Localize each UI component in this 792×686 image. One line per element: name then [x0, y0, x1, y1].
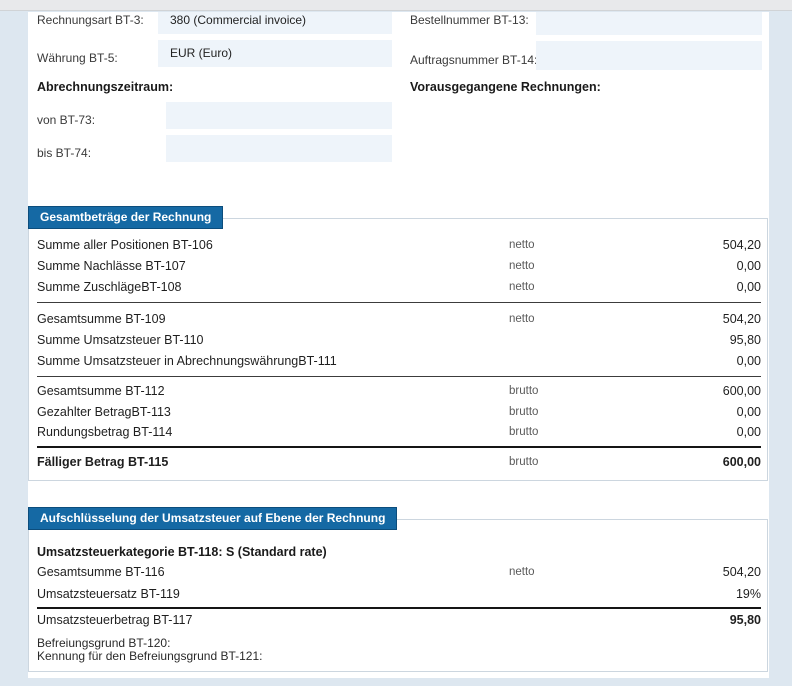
preceding-invoices-heading: Vorausgegangene Rechnungen: [410, 80, 601, 94]
invoice-type-field[interactable]: 380 (Commercial invoice) [158, 12, 392, 34]
vat-row: Umsatzsteuersatz BT-119 19% [37, 587, 761, 603]
row-qualifier: brutto [509, 456, 538, 468]
period-from-field[interactable] [166, 102, 392, 129]
vat-section-box: Umsatzsteuerkategorie BT-118: S (Standar… [28, 519, 768, 672]
invoice-content-panel: Rechnungsart BT-3: 380 (Commercial invoi… [28, 12, 769, 678]
row-label: Gesamtsumme BT-109 [37, 312, 166, 326]
totals-row: Rundungsbetrag BT-114 brutto 0,00 [37, 425, 761, 441]
separator-line [37, 376, 761, 377]
row-amount: 0,00 [737, 405, 761, 419]
row-amount: 600,00 [723, 455, 761, 469]
row-amount: 0,00 [737, 280, 761, 294]
row-amount: 504,20 [723, 238, 761, 252]
row-qualifier: netto [509, 566, 535, 578]
totals-row: Gesamtsumme BT-109 netto 504,20 [37, 312, 761, 328]
row-label: Gezahlter BetragBT-113 [37, 405, 171, 419]
totals-row: Gesamtsumme BT-112 brutto 600,00 [37, 384, 761, 400]
vat-row: Gesamtsumme BT-116 netto 504,20 [37, 565, 761, 581]
row-amount: 19% [736, 587, 761, 601]
row-label: Summe aller Positionen BT-106 [37, 238, 213, 252]
vat-section-title-badge: Aufschlüsselung der Umsatzsteuer auf Ebe… [28, 507, 397, 530]
row-qualifier: netto [509, 313, 535, 325]
invoice-viewer-page: { "form": { "invoice_type": { "label": "… [0, 0, 792, 686]
order-number-label: Bestellnummer BT-13: [410, 13, 529, 27]
row-qualifier: netto [509, 260, 535, 272]
invoice-type-label: Rechnungsart BT-3: [37, 13, 144, 27]
row-amount: 0,00 [737, 259, 761, 273]
row-label: Umsatzsteuerbetrag BT-117 [37, 613, 192, 627]
period-from-label: von BT-73: [37, 113, 95, 127]
row-amount: 504,20 [723, 312, 761, 326]
row-label: Fälliger Betrag BT-115 [37, 455, 168, 469]
totals-section-box: Summe aller Positionen BT-106 netto 504,… [28, 218, 768, 481]
contract-number-field[interactable] [536, 41, 762, 70]
row-qualifier: brutto [509, 426, 538, 438]
separator-line-thick [37, 607, 761, 609]
totals-row: Summe Umsatzsteuer BT-110 95,80 [37, 333, 761, 349]
vat-amount-row: Umsatzsteuerbetrag BT-117 95,80 [37, 613, 761, 629]
totals-section-title-badge: Gesamtbeträge der Rechnung [28, 206, 223, 229]
vat-category-heading: Umsatzsteuerkategorie BT-118: S (Standar… [37, 545, 327, 559]
row-amount: 0,00 [737, 425, 761, 439]
row-label: Umsatzsteuersatz BT-119 [37, 587, 180, 601]
totals-row: Summe aller Positionen BT-106 netto 504,… [37, 238, 761, 254]
contract-number-label: Auftragsnummer BT-14: [410, 53, 537, 67]
row-label: Gesamtsumme BT-116 [37, 565, 165, 579]
row-qualifier: netto [509, 281, 535, 293]
period-to-field[interactable] [166, 135, 392, 162]
totals-row: Summe ZuschlägeBT-108 netto 0,00 [37, 280, 761, 296]
row-label: Summe Nachlässe BT-107 [37, 259, 186, 273]
row-amount: 0,00 [737, 354, 761, 368]
period-to-label: bis BT-74: [37, 146, 91, 160]
totals-row: Summe Umsatzsteuer in Abrechnungswährung… [37, 354, 761, 370]
separator-line [37, 302, 761, 303]
top-toolbar-edge [0, 0, 792, 11]
row-label: Summe Umsatzsteuer in Abrechnungswährung… [37, 354, 337, 368]
currency-field[interactable]: EUR (Euro) [158, 40, 392, 67]
row-qualifier: brutto [509, 406, 538, 418]
row-qualifier: netto [509, 239, 535, 251]
row-qualifier: brutto [509, 385, 538, 397]
row-amount: 95,80 [730, 333, 761, 347]
totals-row: Summe Nachlässe BT-107 netto 0,00 [37, 259, 761, 275]
row-label: Summe ZuschlägeBT-108 [37, 280, 182, 294]
billing-period-heading: Abrechnungszeitraum: [37, 80, 173, 94]
totals-row: Gezahlter BetragBT-113 brutto 0,00 [37, 405, 761, 421]
row-amount: 95,80 [730, 613, 761, 627]
amount-due-row: Fälliger Betrag BT-115 brutto 600,00 [37, 455, 761, 471]
exemption-reason-id-label: Kennung für den Befreiungsgrund BT-121: [37, 650, 263, 664]
row-label: Gesamtsumme BT-112 [37, 384, 165, 398]
order-number-field[interactable] [536, 12, 762, 35]
separator-line-thick [37, 446, 761, 448]
row-amount: 600,00 [723, 384, 761, 398]
currency-label: Währung BT-5: [37, 51, 118, 65]
row-label: Rundungsbetrag BT-114 [37, 425, 172, 439]
row-label: Summe Umsatzsteuer BT-110 [37, 333, 204, 347]
row-amount: 504,20 [723, 565, 761, 579]
